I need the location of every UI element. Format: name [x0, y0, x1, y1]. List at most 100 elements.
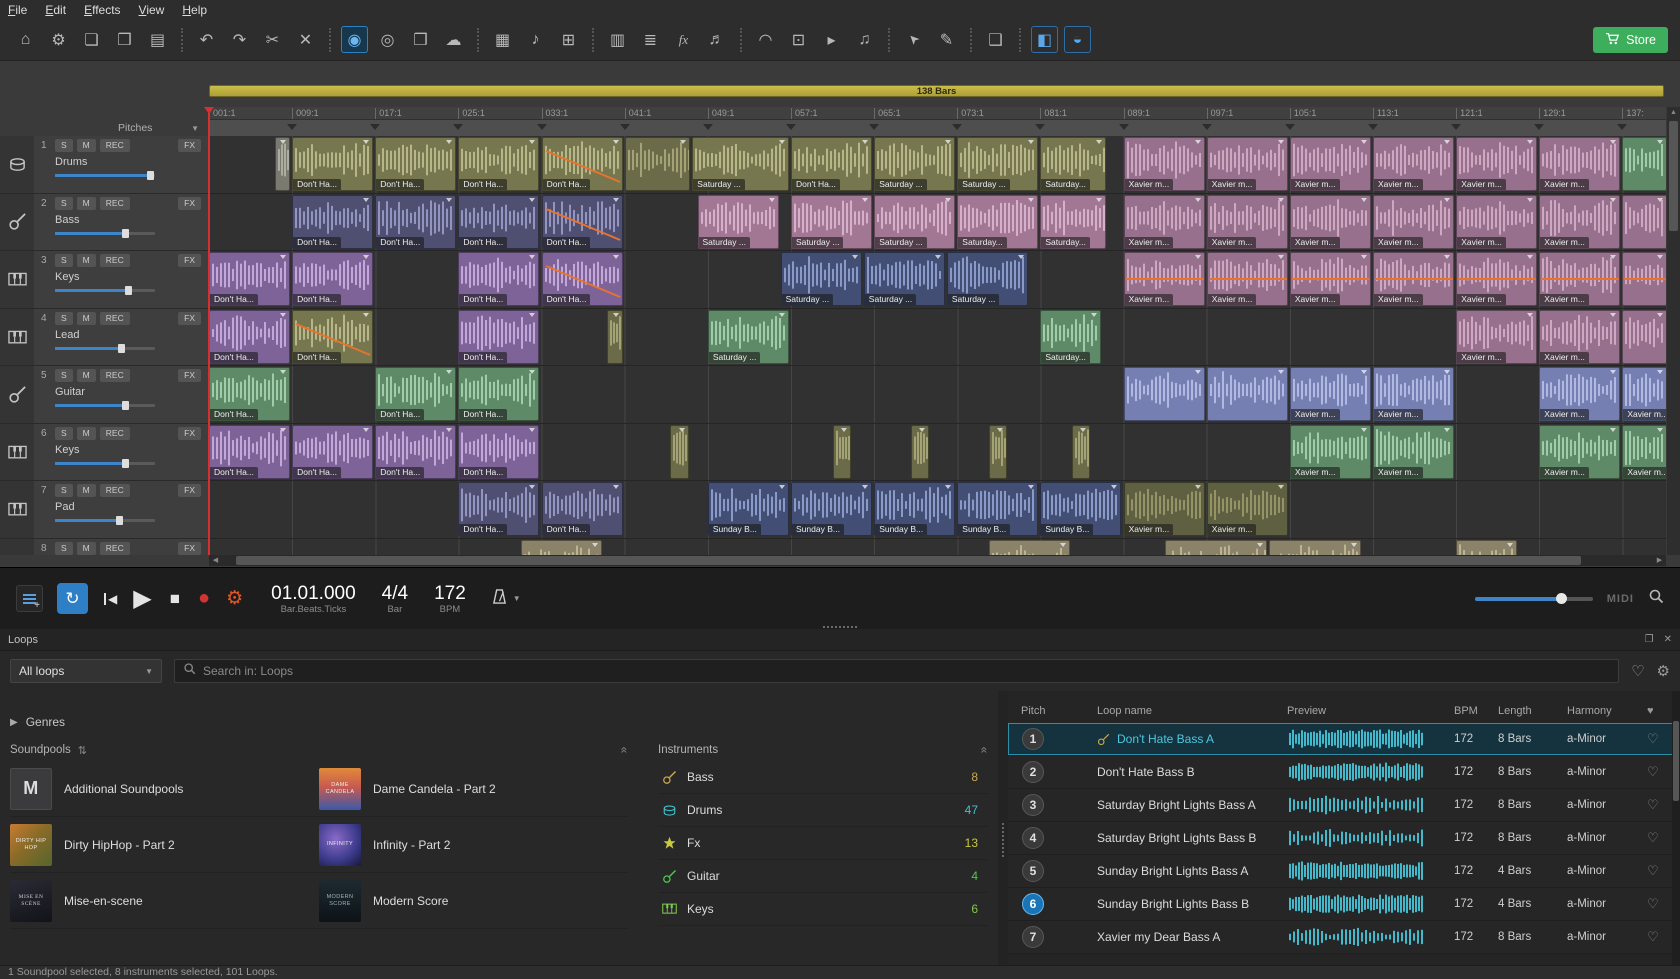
soundpool-item[interactable]: MAdditional Soundpools	[10, 761, 319, 817]
loop-preview-waveform[interactable]	[1287, 927, 1427, 947]
track-lane[interactable]: Don't Ha...Don't Ha...Don't Ha...Xavier …	[209, 366, 1666, 424]
audio-clip[interactable]: Sunday B...	[1040, 482, 1121, 536]
fx-button[interactable]: FX	[178, 542, 201, 555]
volume-handle[interactable]	[122, 401, 129, 410]
audio-clip[interactable]: Saturday ...	[698, 195, 779, 249]
audio-clip[interactable]: Don't Ha...	[292, 310, 373, 364]
scroll-left-icon[interactable]: ◀	[209, 555, 222, 566]
audio-clip[interactable]: Don't Ha...	[791, 137, 872, 191]
section-marker-icon[interactable]	[952, 124, 962, 135]
column-header-harmony[interactable]: Harmony	[1567, 705, 1647, 717]
instrument-row[interactable]: Drums47	[658, 794, 988, 827]
audio-clip[interactable]	[1269, 540, 1361, 556]
favorite-toggle[interactable]: ♡	[1647, 896, 1670, 912]
loop-button[interactable]: ↻	[57, 583, 88, 614]
instrument-row[interactable]: Keys6	[658, 893, 988, 926]
draw-tool-icon[interactable]: ✎	[933, 26, 960, 53]
collapse-column-icon[interactable]: «	[978, 747, 992, 754]
track-lane[interactable]: Don't Ha...Don't Ha...Don't Ha...Saturda…	[209, 309, 1666, 367]
world-loops-icon[interactable]: ◎	[374, 26, 401, 53]
section-marker-icon[interactable]	[786, 124, 796, 135]
pane-splitter[interactable]	[998, 691, 1008, 965]
column-header-length[interactable]: Length	[1498, 705, 1567, 717]
add-track-button[interactable]: +	[16, 585, 43, 612]
record-arm-button[interactable]: REC	[100, 484, 130, 497]
track-header[interactable]: 7SMRECFXPad	[0, 481, 209, 539]
audio-clip[interactable]: Don't Ha...	[542, 252, 623, 306]
audio-clip[interactable]: Saturday...	[957, 195, 1038, 249]
audio-clip[interactable]	[1165, 540, 1267, 556]
undo-icon[interactable]: ↶	[193, 26, 220, 53]
loop-preview-waveform[interactable]	[1287, 729, 1427, 749]
track-volume-slider[interactable]	[55, 174, 155, 177]
audio-clip[interactable]	[607, 310, 623, 364]
audio-clip[interactable]: Xavier m...	[1290, 367, 1371, 421]
new-project-icon[interactable]: ❏	[78, 26, 105, 53]
loop-preview-waveform[interactable]	[1287, 861, 1427, 881]
audio-clip[interactable]: Don't Ha...	[542, 137, 623, 191]
effects-rack-icon[interactable]: fx	[670, 26, 697, 53]
menu-file[interactable]: File	[8, 3, 27, 17]
solo-button[interactable]: S	[55, 312, 73, 325]
audio-clip[interactable]: Xavier m...	[1373, 137, 1454, 191]
record-arm-button[interactable]: REC	[100, 427, 130, 440]
audio-clip[interactable]: Don't Ha...	[542, 482, 623, 536]
delete-icon[interactable]: ✕	[292, 26, 319, 53]
audio-clip[interactable]	[911, 425, 930, 479]
audio-clip[interactable]: Don't Ha...	[458, 252, 539, 306]
select-tool-icon[interactable]: ➤	[894, 20, 932, 58]
audio-clip[interactable]: Don't Ha...	[375, 425, 456, 479]
master-volume-slider[interactable]	[1475, 597, 1593, 601]
vertical-scrollbar[interactable]: ▲	[1667, 107, 1680, 555]
sort-icon[interactable]: ⇅	[78, 744, 87, 757]
audio-clip[interactable]: Don't Ha...	[209, 367, 290, 421]
metronome-button[interactable]: ▼	[492, 588, 521, 610]
pitch-button[interactable]: 1	[1022, 728, 1044, 750]
settings-icon[interactable]: ⚙	[45, 26, 72, 53]
zoom-search-icon[interactable]	[1648, 588, 1664, 609]
record-arm-button[interactable]: REC	[100, 312, 130, 325]
audio-clip[interactable]	[1124, 367, 1205, 421]
audio-clip[interactable]: Don't Ha...	[292, 137, 373, 191]
audio-clip[interactable]: Xavier m...	[1290, 137, 1371, 191]
file-manager-icon[interactable]: ❒	[407, 26, 434, 53]
audio-clip[interactable]: Sunday B...	[957, 482, 1038, 536]
audio-clip[interactable]: Xavier m...	[1207, 482, 1288, 536]
loop-preview-waveform[interactable]	[1287, 762, 1427, 782]
audio-clip[interactable]	[1622, 252, 1666, 306]
mute-button[interactable]: M	[77, 427, 96, 440]
toggle-bottom-panel-icon[interactable]: ◒	[1064, 26, 1091, 53]
cut-icon[interactable]: ✂	[259, 26, 286, 53]
track-volume-slider[interactable]	[55, 519, 155, 522]
float-panel-icon[interactable]: ❐	[1645, 634, 1654, 645]
audio-clip[interactable]: Saturday ...	[692, 137, 789, 191]
audio-clip[interactable]: Don't Ha...	[292, 425, 373, 479]
audio-clip[interactable]: Xavier m...	[1373, 195, 1454, 249]
fx-button[interactable]: FX	[178, 312, 201, 325]
audio-clip[interactable]	[1622, 137, 1666, 191]
audio-clip[interactable]: Xavier m...	[1124, 252, 1205, 306]
toggle-left-panel-icon[interactable]: ◧	[1031, 26, 1058, 53]
horizontal-scroll-track[interactable]	[222, 555, 1653, 566]
section-marker-icon[interactable]	[1534, 124, 1544, 135]
audio-clip[interactable]: Don't Ha...	[458, 367, 539, 421]
panel-resize-handle[interactable]	[823, 626, 857, 628]
audio-clip[interactable]: Xavier m...	[1290, 425, 1371, 479]
loop-preview-waveform[interactable]	[1287, 894, 1427, 914]
audio-clip[interactable]: Don't Ha...	[458, 137, 539, 191]
pitch-button[interactable]: 3	[1022, 794, 1044, 816]
section-marker-icon[interactable]	[1035, 124, 1045, 135]
automation-curves-icon[interactable]: ◠	[752, 26, 779, 53]
audio-clip[interactable]: Xavier m...	[1290, 195, 1371, 249]
record-arm-button[interactable]: REC	[100, 139, 130, 152]
audio-clip[interactable]: Saturday ...	[947, 252, 1028, 306]
track-header[interactable]: 8SMRECFX	[0, 539, 209, 556]
fx-button[interactable]: FX	[178, 369, 201, 382]
audio-clip[interactable]: Don't Ha...	[458, 425, 539, 479]
audio-clip[interactable]: Don't Ha...	[458, 195, 539, 249]
favorites-filter-icon[interactable]: ♡	[1631, 662, 1644, 680]
loop-row[interactable]: 2Don't Hate Bass B1728 Barsa-Minor♡	[1008, 756, 1680, 789]
loop-row[interactable]: 1Don't Hate Bass A1728 Barsa-Minor♡	[1008, 723, 1680, 756]
audio-clip[interactable]: Don't Ha...	[375, 195, 456, 249]
loop-row[interactable]: 7Xavier my Dear Bass A1728 Barsa-Minor♡	[1008, 921, 1680, 954]
